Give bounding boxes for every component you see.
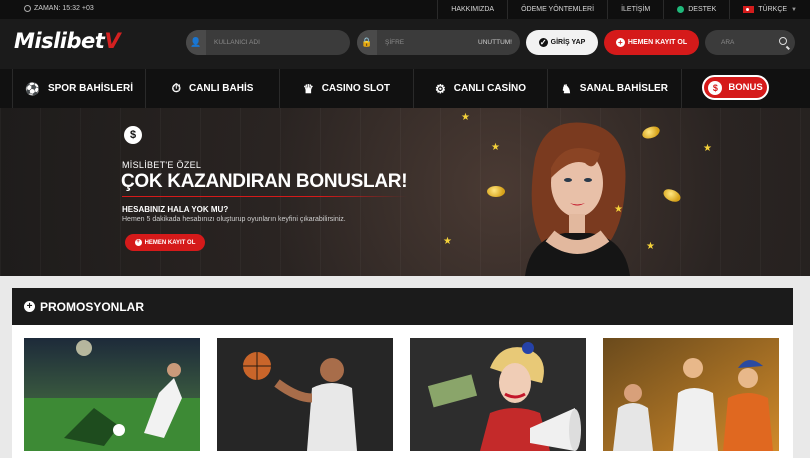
link-payment-methods-label: ÖDEME YÖNTEMLERİ bbox=[521, 6, 595, 13]
search-icon[interactable] bbox=[779, 37, 787, 45]
nav-live-betting[interactable]: ⏱ CANLI BAHİS bbox=[146, 69, 280, 108]
star-icon: ★ bbox=[461, 112, 470, 123]
support-status-icon bbox=[677, 6, 685, 13]
chip-icon: ⚙ bbox=[435, 81, 446, 96]
banner-register-button[interactable]: + HEMEN KAYIT OL bbox=[125, 234, 205, 251]
nav-casino-slot[interactable]: ♛ CASINO SLOT bbox=[280, 69, 414, 108]
login-button[interactable]: ✓ GİRİŞ YAP bbox=[526, 30, 598, 55]
plus-icon: + bbox=[134, 239, 142, 246]
server-time-label: ZAMAN: 15:32 +03 bbox=[34, 5, 94, 12]
lock-icon: 🔒 bbox=[357, 30, 377, 55]
banner-description: Hemen 5 dakikada hesabınızı oluşturup oy… bbox=[122, 216, 346, 223]
nav-live-betting-label: CANLI BAHİS bbox=[188, 83, 254, 94]
search-input[interactable]: ARA bbox=[705, 30, 795, 55]
nav-virtual-betting[interactable]: ♞ SANAL BAHİSLER bbox=[548, 69, 682, 108]
forgot-password-link[interactable]: UNUTTUM! bbox=[478, 39, 512, 46]
link-payment-methods[interactable]: ÖDEME YÖNTEMLERİ bbox=[507, 0, 607, 19]
chevron-down-icon: ▼ bbox=[791, 6, 797, 13]
nav-live-casino[interactable]: ⚙ CANLI CASİNO bbox=[414, 69, 548, 108]
server-time: ZAMAN: 15:32 +03 bbox=[24, 5, 94, 12]
nav-casino-slot-label: CASINO SLOT bbox=[321, 83, 391, 94]
bonus-button[interactable]: $ BONUS bbox=[702, 75, 769, 100]
banner-cta-label: HEMEN KAYIT OL bbox=[144, 239, 196, 246]
banner-headline: ÇOK KAZANDIRAN BONUSLAR! bbox=[121, 171, 408, 192]
promo-card-football[interactable] bbox=[24, 338, 200, 451]
nav-sports-betting-label: SPOR BAHİSLERİ bbox=[47, 83, 133, 94]
dollar-icon: $ bbox=[708, 80, 723, 95]
top-links: HAKKIMIZDA ÖDEME YÖNTEMLERİ İLETİŞİM DES… bbox=[437, 0, 810, 19]
banner-pretitle: MİSLİBET'E ÖZEL bbox=[122, 160, 202, 170]
banner-question: HESABINIZ HALA YOK MU? bbox=[122, 205, 229, 214]
support-link[interactable]: DESTEK bbox=[663, 0, 729, 19]
promo-card-casino[interactable] bbox=[410, 338, 586, 451]
username-placeholder: KULLANICI ADI bbox=[214, 39, 260, 46]
star-icon: ★ bbox=[443, 236, 452, 247]
star-icon: ★ bbox=[491, 142, 500, 153]
nav-live-casino-label: CANLI CASİNO bbox=[453, 83, 526, 94]
link-contact[interactable]: İLETİŞİM bbox=[607, 0, 663, 19]
star-icon: ★ bbox=[703, 143, 712, 154]
promotions-section: + PROMOSYONLAR bbox=[12, 288, 793, 458]
clock-icon bbox=[24, 5, 31, 12]
site-logo[interactable]: MislibetV bbox=[14, 29, 121, 53]
bonus-label: BONUS bbox=[728, 82, 763, 93]
plus-icon: + bbox=[24, 301, 35, 312]
username-field[interactable]: 👤 KULLANICI ADI bbox=[186, 30, 350, 55]
horse-icon: ♞ bbox=[561, 81, 572, 96]
main-nav: ⚽ SPOR BAHİSLERİ ⏱ CANLI BAHİS ♛ CASINO … bbox=[0, 69, 810, 108]
basketball-image bbox=[217, 338, 393, 451]
promotions-header: + PROMOSYONLAR bbox=[12, 288, 793, 325]
banner-woman-image bbox=[525, 122, 630, 276]
logo-text: Mislibet bbox=[14, 29, 105, 53]
crown-icon: ♛ bbox=[302, 81, 314, 96]
hero-banner[interactable]: $ MİSLİBET'E ÖZEL ÇOK KAZANDIRAN BONUSLA… bbox=[0, 108, 810, 276]
plus-icon: + bbox=[615, 38, 625, 47]
link-about[interactable]: HAKKIMIZDA bbox=[437, 0, 507, 19]
gold-coin-icon bbox=[487, 186, 505, 197]
star-icon: ★ bbox=[614, 204, 623, 215]
link-about-label: HAKKIMIZDA bbox=[451, 6, 495, 13]
support-label: DESTEK bbox=[688, 6, 717, 13]
check-icon: ✓ bbox=[538, 38, 548, 47]
promo-card-basketball[interactable] bbox=[217, 338, 393, 451]
stopwatch-icon: ⏱ bbox=[171, 81, 181, 95]
turkey-flag-icon bbox=[743, 6, 755, 13]
soccer-ball-icon: ⚽ bbox=[25, 81, 40, 96]
woman-megaphone-image bbox=[410, 338, 586, 451]
promo-card-fans[interactable] bbox=[603, 338, 779, 451]
password-placeholder: ŞİFRE bbox=[385, 39, 405, 46]
top-bar: ZAMAN: 15:32 +03 HAKKIMIZDA ÖDEME YÖNTEM… bbox=[0, 0, 810, 19]
banner-divider bbox=[122, 196, 407, 197]
dollar-icon: $ bbox=[124, 126, 142, 144]
login-label: GİRİŞ YAP bbox=[550, 39, 586, 46]
nav-sports-betting[interactable]: ⚽ SPOR BAHİSLERİ bbox=[12, 69, 146, 108]
user-icon: 👤 bbox=[186, 30, 206, 55]
logo-mark: V bbox=[104, 29, 121, 53]
language-label: TÜRKÇE bbox=[758, 6, 788, 13]
header: MislibetV 👤 KULLANICI ADI 🔒 ŞİFRE UNUTTU… bbox=[0, 19, 810, 69]
football-image bbox=[24, 338, 200, 451]
star-icon: ★ bbox=[646, 241, 655, 252]
promotions-title: PROMOSYONLAR bbox=[40, 299, 145, 314]
fans-image bbox=[603, 338, 779, 451]
password-field[interactable]: 🔒 ŞİFRE UNUTTUM! bbox=[357, 30, 520, 55]
search-placeholder: ARA bbox=[721, 39, 735, 46]
nav-virtual-betting-label: SANAL BAHİSLER bbox=[579, 83, 668, 94]
language-selector[interactable]: TÜRKÇE ▼ bbox=[729, 0, 810, 19]
register-label: HEMEN KAYIT OL bbox=[627, 39, 688, 46]
register-button[interactable]: + HEMEN KAYIT OL bbox=[604, 30, 699, 55]
link-contact-label: İLETİŞİM bbox=[621, 6, 651, 13]
